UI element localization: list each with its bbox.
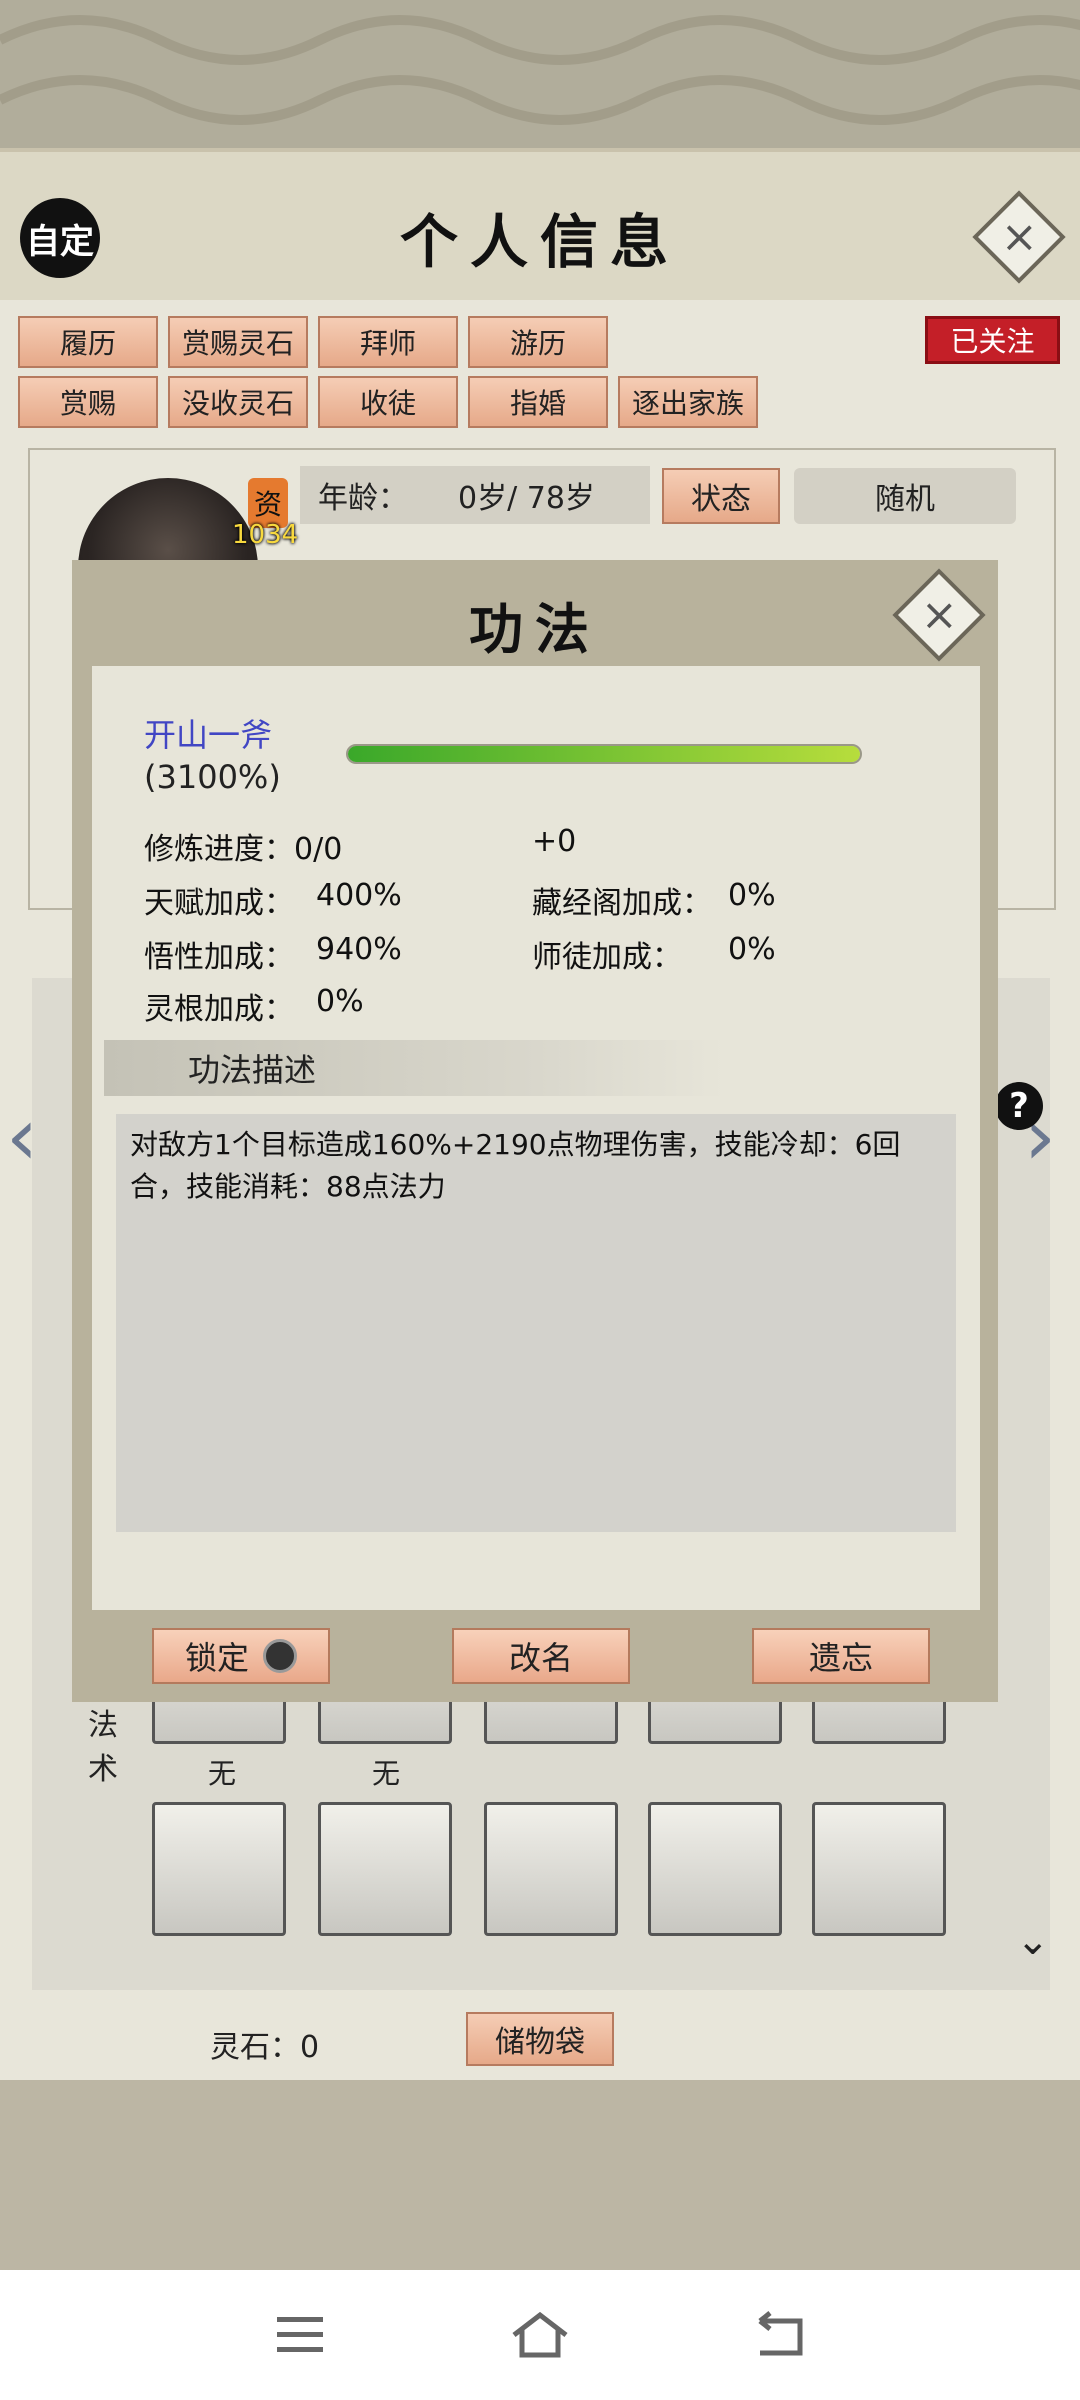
- apprentice-button[interactable]: 拜师: [318, 316, 458, 368]
- bottom-decoration: [0, 2080, 1080, 2270]
- lock-label: 锁定: [184, 1639, 249, 1677]
- top-decoration: [0, 0, 1080, 150]
- reward-button[interactable]: 赏赐: [18, 376, 158, 428]
- help-icon[interactable]: ?: [995, 1082, 1043, 1130]
- take-disciple-button[interactable]: 收徒: [318, 376, 458, 428]
- slot-label: 无: [208, 1757, 237, 1790]
- close-icon: ×: [920, 589, 958, 640]
- storage-bag-button[interactable]: 储物袋: [466, 2012, 614, 2066]
- page-title: 个人信息: [399, 208, 680, 276]
- back-icon[interactable]: [730, 2300, 830, 2370]
- age-label: 年龄：: [318, 481, 408, 516]
- library-value: 0%: [728, 878, 776, 913]
- rename-button[interactable]: 改名: [452, 1628, 630, 1684]
- prev-arrow-icon[interactable]: ‹: [6, 1090, 38, 1183]
- reward-stone-button[interactable]: 赏赐灵石: [168, 316, 308, 368]
- library-label: 藏经阁加成：: [532, 886, 712, 921]
- practice-progress: 修炼进度：0/0: [144, 832, 343, 867]
- root-label: 灵根加成：: [144, 992, 294, 1027]
- follow-badge[interactable]: 已关注: [925, 316, 1060, 364]
- description-header: 功法描述: [104, 1040, 724, 1096]
- insight-label: 悟性加成：: [144, 940, 294, 975]
- spell-slot[interactable]: [812, 1802, 946, 1936]
- proficiency-bar: [346, 744, 862, 764]
- close-icon: ×: [1000, 211, 1038, 262]
- proficiency-bar-fill: [348, 746, 860, 762]
- modal-title: 功法: [469, 597, 601, 661]
- slot-label: 无: [372, 1757, 401, 1790]
- age-row: 年龄： 0岁/ 78岁: [300, 466, 650, 524]
- spirit-stone-count: 灵石：0: [210, 2030, 320, 2065]
- skill-name: 开山一斧: [144, 716, 273, 754]
- resume-button[interactable]: 履历: [18, 316, 158, 368]
- description-box: 对敌方1个目标造成160%+2190点物理伤害，技能冷却：6回合，技能消耗：88…: [116, 1114, 956, 1532]
- confiscate-stone-button[interactable]: 没收灵石: [168, 376, 308, 428]
- lock-button[interactable]: 锁定: [152, 1628, 330, 1684]
- spell-slot[interactable]: [152, 1802, 286, 1936]
- spell-slot[interactable]: [318, 1802, 452, 1936]
- chevron-down-icon[interactable]: ⌄: [1016, 1918, 1050, 1964]
- talent-value: 400%: [316, 878, 402, 913]
- arrange-marriage-button[interactable]: 指婚: [468, 376, 608, 428]
- insight-value: 940%: [316, 932, 402, 967]
- age-value: 0岁/ 78岁: [458, 481, 595, 516]
- talent-label: 天赋加成：: [144, 886, 294, 921]
- system-nav-bar: [0, 2270, 1080, 2400]
- status-button[interactable]: 状态: [662, 468, 780, 524]
- spell-section-label: 法 术: [88, 1708, 118, 1787]
- home-icon[interactable]: [490, 2300, 590, 2370]
- expel-button[interactable]: 逐出家族: [618, 376, 758, 428]
- travel-button[interactable]: 游历: [468, 316, 608, 368]
- skill-proficiency: (3100%): [144, 758, 281, 796]
- random-button[interactable]: 随机: [794, 468, 1016, 524]
- practice-plus: +0: [532, 824, 577, 859]
- spell-slot[interactable]: [484, 1802, 618, 1936]
- lock-toggle-icon: [263, 1639, 297, 1673]
- root-value: 0%: [316, 984, 364, 1019]
- mentor-label: 师徒加成：: [532, 940, 682, 975]
- mentor-value: 0%: [728, 932, 776, 967]
- pattern-decoration: [0, 15, 1080, 125]
- menu-icon[interactable]: [250, 2300, 350, 2370]
- forget-button[interactable]: 遗忘: [752, 1628, 930, 1684]
- description-header-label: 功法描述: [188, 1051, 317, 1089]
- aptitude-value: 1034: [232, 520, 299, 550]
- spell-slot[interactable]: [648, 1802, 782, 1936]
